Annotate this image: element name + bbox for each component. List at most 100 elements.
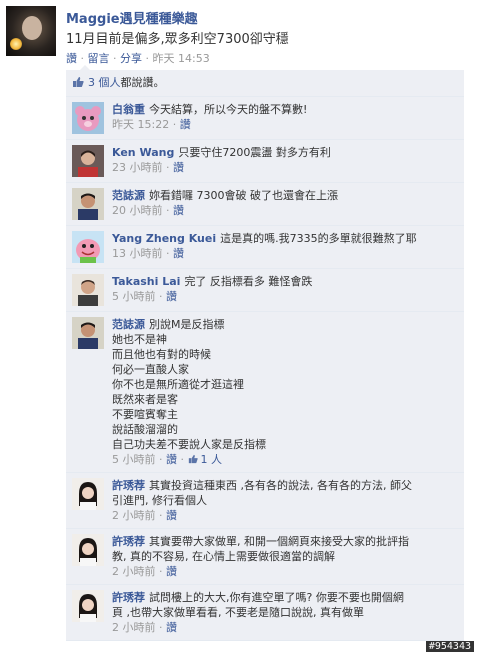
comment-meta: 昨天 15:22 · 讚 <box>112 118 191 131</box>
comment-text: 何必一直酸人家 <box>112 363 189 376</box>
comment-item: 許琇荐 其實要帶大家做單, 和開一個網頁來接受大家的批評指 教, 真的不容易, 在心… <box>66 529 464 585</box>
comment-text: 今天結算，所以今天的盤不算數! <box>149 103 308 116</box>
comment-text: 試問樓上的大大,你有進空單了嗎? 你要不要也開個網 <box>149 591 404 604</box>
comment-text-line: 你不也是無所適從才逛這裡 <box>112 377 458 392</box>
comment-list: 白翁重 今天結算，所以今天的盤不算數! 昨天 15:22 · 讚 Ken Wang 只要… <box>66 97 464 641</box>
comment-item: Yang Zheng Kuei 這是真的嗎.我7335的多單就很難熬了耶 13 小時… <box>66 226 464 269</box>
comment-meta: 23 小時前 · 讚 <box>112 161 184 174</box>
comment-meta: 2 小時前 · 讚 <box>112 509 177 522</box>
comment-text: 完了 反指標看多 難怪會跌 <box>184 275 313 288</box>
comment-item: 范誌源 妳看錯囉 7300會破 破了也還會在上漲 20 小時前 · 讚 <box>66 183 464 226</box>
comment-text-line: 她也不是神 <box>112 332 458 347</box>
comment-meta: 13 小時前 · 讚 <box>112 247 184 260</box>
comment-text: 不要喧賓奪主 <box>112 408 178 421</box>
comment-text-line: 范誌源 別說M是反指標 <box>112 317 458 332</box>
comment-meta: 2 小時前 · 讚 <box>112 565 177 578</box>
comment-text-line: 何必一直酸人家 <box>112 362 458 377</box>
comment-text: 說話酸溜溜的 <box>112 423 178 436</box>
likes-summary: 3 個人都說讚。 <box>66 70 464 97</box>
commenter-name[interactable]: 范誌源 <box>112 318 145 331</box>
comment-text: 妳看錯囉 7300會破 破了也還會在上漲 <box>149 189 338 202</box>
commenter-avatar[interactable] <box>72 102 104 134</box>
avatar-face <box>22 16 42 40</box>
comment-text: 其實要帶大家做單, 和開一個網頁來接受大家的批評指 <box>149 535 409 548</box>
feedback-box: 3 個人都說讚。 白翁重 今天結算，所以今天的盤不算數! 昨天 15:22 · 讚K… <box>66 65 464 641</box>
comment-timestamp[interactable]: 2 小時前 <box>112 509 156 522</box>
commenter-avatar[interactable] <box>72 590 104 622</box>
comment-text-line: 許琇荐 其實投資這種東西 ,各有各的說法, 各有各的方法, 師父 <box>112 478 458 493</box>
comment-text-line: 許琇荐 試問樓上的大大,你有進空單了嗎? 你要不要也開個網 <box>112 590 458 605</box>
post-comment-link[interactable]: 留言 <box>88 52 110 65</box>
comment-text-line: Ken Wang 只要守住7200震盪 對多方有利 <box>112 145 458 160</box>
comment-timestamp[interactable]: 5 小時前 <box>112 290 156 303</box>
post-timestamp[interactable]: 昨天 14:53 <box>153 52 210 65</box>
post-text: 11月目前是偏多,眾多利空7300卻守穩 <box>66 32 289 47</box>
comment-text: 既然來者是客 <box>112 393 178 406</box>
comment-item: Ken Wang 只要守住7200震盪 對多方有利 23 小時前 · 讚 <box>66 140 464 183</box>
commenter-avatar[interactable] <box>72 145 104 177</box>
post-share-link[interactable]: 分享 <box>120 52 142 65</box>
comment-text-line: 既然來者是客 <box>112 392 458 407</box>
commenter-name[interactable]: 范誌源 <box>112 189 145 202</box>
comment-timestamp[interactable]: 23 小時前 <box>112 161 163 174</box>
feedback-arrow <box>80 65 90 70</box>
comment-timestamp[interactable]: 昨天 15:22 <box>112 118 169 131</box>
post-author-name[interactable]: Maggie遇見種種樂趣 <box>66 8 198 27</box>
comment-text: 自己功夫差不要說人家是反指標 <box>112 438 266 451</box>
comment-text-line: 而且他也有對的時候 <box>112 347 458 362</box>
comment-text-line: 許琇荐 其實要帶大家做單, 和開一個網頁來接受大家的批評指 <box>112 534 458 549</box>
comment-text-line: 白翁重 今天結算，所以今天的盤不算數! <box>112 102 458 117</box>
comment-like-link[interactable]: 讚 <box>166 509 177 522</box>
comment-like-link[interactable]: 讚 <box>166 453 177 466</box>
post-author-avatar[interactable] <box>6 6 56 56</box>
comment-text: 頁 ,也帶大家做單看看, 不要老是隨口說說, 真有做單 <box>112 606 364 619</box>
comment-text: 引進門, 修行看個人 <box>112 494 207 507</box>
comment-like-link[interactable]: 讚 <box>166 565 177 578</box>
watermark: #954343 <box>425 641 474 652</box>
comment-timestamp[interactable]: 5 小時前 <box>112 453 156 466</box>
comment-like-link[interactable]: 讚 <box>173 204 184 217</box>
comment-timestamp[interactable]: 20 小時前 <box>112 204 163 217</box>
comment-like-link[interactable]: 讚 <box>173 247 184 260</box>
commenter-name[interactable]: Ken Wang <box>112 146 174 159</box>
comment-item: 白翁重 今天結算，所以今天的盤不算數! 昨天 15:22 · 讚 <box>66 97 464 140</box>
commenter-avatar[interactable] <box>72 478 104 510</box>
commenter-name[interactable]: 許琇荐 <box>112 535 145 548</box>
comment-text: 這是真的嗎.我7335的多單就很難熬了耶 <box>220 232 417 245</box>
comment-text: 其實投資這種東西 ,各有各的說法, 各有各的方法, 師父 <box>149 479 412 492</box>
comment-like-link[interactable]: 讚 <box>166 290 177 303</box>
commenter-avatar[interactable] <box>72 317 104 349</box>
commenter-name[interactable]: 許琇荐 <box>112 479 145 492</box>
comment-text-line: 說話酸溜溜的 <box>112 422 458 437</box>
commenter-name[interactable]: Yang Zheng Kuei <box>112 232 216 245</box>
comment-timestamp[interactable]: 13 小時前 <box>112 247 163 260</box>
comment-text-line: 教, 真的不容易, 在心情上需要做很適當的調解 <box>112 549 458 564</box>
comment-text: 別說M是反指標 <box>149 318 225 331</box>
thumbs-up-icon <box>73 77 84 87</box>
post-like-link[interactable]: 讚 <box>66 52 77 65</box>
comment-text: 而且他也有對的時候 <box>112 348 211 361</box>
commenter-avatar[interactable] <box>72 231 104 263</box>
candle-light <box>10 38 22 50</box>
comment-text-line: Yang Zheng Kuei 這是真的嗎.我7335的多單就很難熬了耶 <box>112 231 458 246</box>
comment-item: 許琇荐 其實投資這種東西 ,各有各的說法, 各有各的方法, 師父 引進門, 修行看個… <box>66 473 464 529</box>
comment-text: 只要守住7200震盪 對多方有利 <box>178 146 331 159</box>
comment-text: 教, 真的不容易, 在心情上需要做很適當的調解 <box>112 550 335 563</box>
comment-text-line: 頁 ,也帶大家做單看看, 不要老是隨口說說, 真有做單 <box>112 605 458 620</box>
commenter-avatar[interactable] <box>72 188 104 220</box>
commenter-avatar[interactable] <box>72 534 104 566</box>
comment-timestamp[interactable]: 2 小時前 <box>112 621 156 634</box>
comment-text-line: 不要喧賓奪主 <box>112 407 458 422</box>
comment-meta: 5 小時前 · 讚 <box>112 290 177 303</box>
comment-like-link[interactable]: 讚 <box>166 621 177 634</box>
comment-like-link[interactable]: 讚 <box>180 118 191 131</box>
likers-link[interactable]: 3 個人 <box>88 76 121 89</box>
commenter-name[interactable]: 白翁重 <box>112 103 145 116</box>
comment-like-link[interactable]: 讚 <box>173 161 184 174</box>
commenter-name[interactable]: Takashi Lai <box>112 275 180 288</box>
comment-meta: 5 小時前 · 讚 · 1 人 <box>112 453 223 466</box>
comment-like-count[interactable]: 1 人 <box>201 453 223 466</box>
commenter-avatar[interactable] <box>72 274 104 306</box>
commenter-name[interactable]: 許琇荐 <box>112 591 145 604</box>
comment-timestamp[interactable]: 2 小時前 <box>112 565 156 578</box>
